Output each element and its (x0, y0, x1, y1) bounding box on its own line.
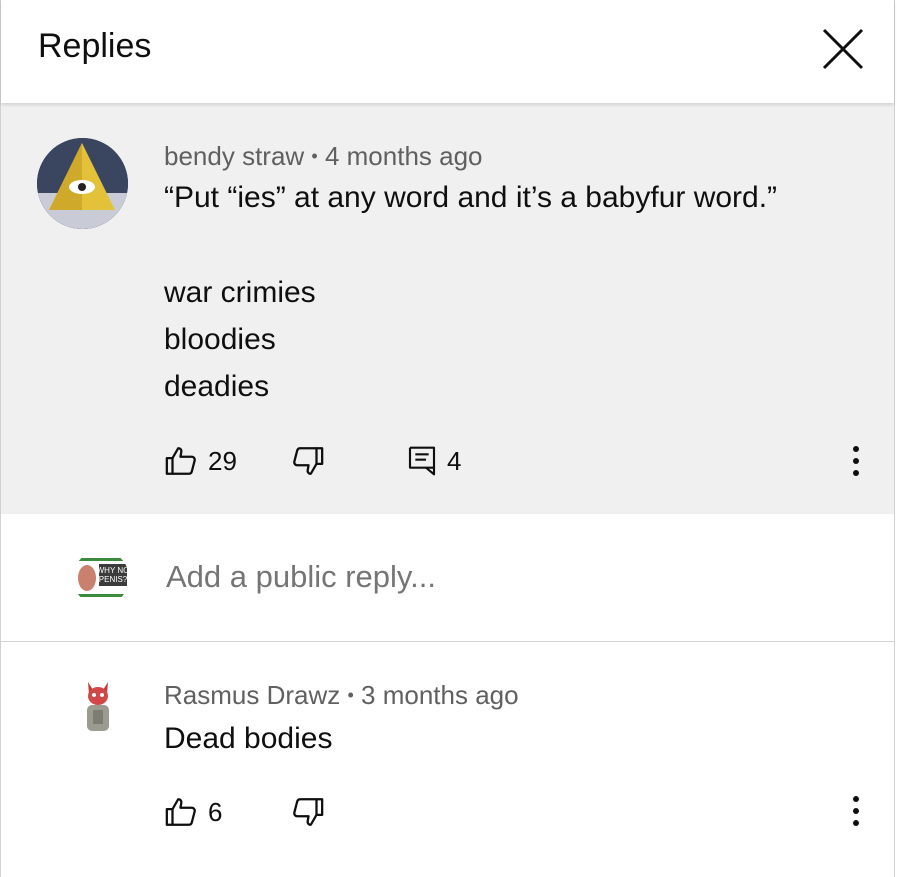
close-button[interactable] (818, 24, 868, 74)
comment-icon (408, 446, 436, 476)
triangle-eye-avatar-icon (37, 138, 128, 229)
comment-text: Dead bodies (164, 722, 333, 755)
like-button[interactable]: 29 (164, 444, 237, 478)
avatar[interactable] (83, 680, 113, 734)
comment-line: deadies (164, 370, 270, 403)
author-name[interactable]: bendy straw (164, 141, 304, 171)
like-button[interactable]: 6 (164, 795, 222, 829)
comment-time[interactable]: 4 months ago (325, 141, 483, 171)
vertical-dots-icon (853, 446, 859, 476)
avatar-text-line-1: WHY NO (97, 566, 129, 575)
thumbs-up-icon (165, 447, 196, 475)
comment-meta: bendy straw • 4 months ago (164, 141, 483, 172)
comment-line: bloodies (164, 323, 276, 356)
like-count: 6 (208, 796, 223, 827)
add-reply-row: WHY NO PENIS? (1, 514, 894, 642)
comment-meta: Rasmus Drawz • 3 months ago (164, 680, 519, 711)
more-options-button[interactable] (846, 442, 866, 482)
author-name[interactable]: Rasmus Drawz (164, 680, 340, 710)
replies-panel: Replies bendy straw • 4 months ago “Put … (0, 0, 895, 877)
reply-input[interactable] (164, 558, 868, 596)
dislike-button[interactable] (291, 795, 325, 829)
avatar[interactable] (37, 138, 128, 229)
vertical-dots-icon (853, 796, 859, 826)
panel-title: Replies (38, 27, 152, 65)
meta-separator: • (311, 146, 318, 166)
parent-comment: bendy straw • 4 months ago “Put “ies” at… (1, 103, 894, 514)
comment-line: war crimies (164, 276, 316, 309)
comment-time[interactable]: 3 months ago (361, 680, 519, 710)
comment-text: “Put “ies” at any word and it’s a babyfu… (164, 181, 778, 214)
thumbs-down-icon (293, 447, 324, 475)
more-options-button[interactable] (846, 792, 866, 832)
user-avatar-icon: WHY NO PENIS? (73, 550, 129, 606)
thumbs-up-icon (165, 798, 196, 826)
reply-count: 4 (447, 445, 462, 476)
reply-count-button[interactable]: 4 (407, 445, 461, 477)
avatar-text-line-2: PENIS? (99, 575, 128, 584)
current-user-avatar[interactable]: WHY NO PENIS? (73, 550, 129, 606)
panel-header: Replies (1, 0, 894, 103)
reply-comment: Rasmus Drawz • 3 months ago Dead bodies … (1, 642, 894, 877)
dislike-button[interactable] (291, 444, 325, 478)
close-icon (822, 28, 864, 70)
meta-separator: • (347, 685, 354, 705)
like-count: 29 (208, 445, 237, 476)
red-creature-avatar-icon (87, 682, 109, 731)
thumbs-down-icon (293, 798, 324, 826)
